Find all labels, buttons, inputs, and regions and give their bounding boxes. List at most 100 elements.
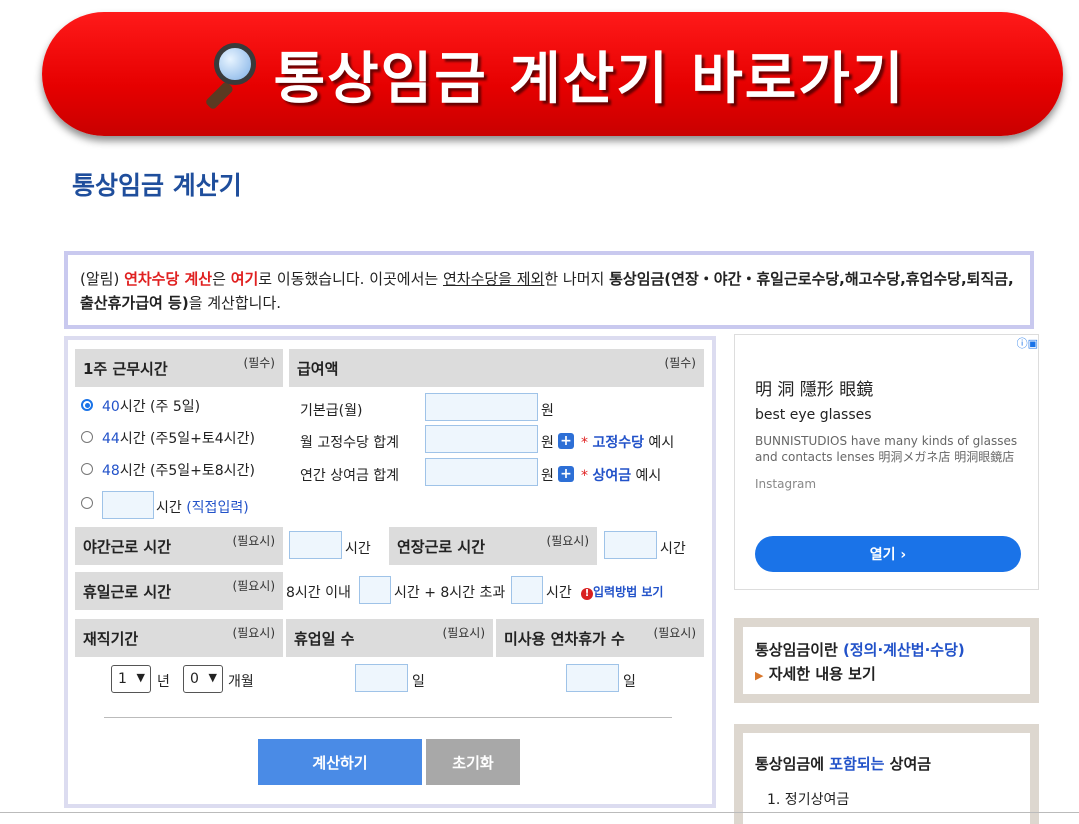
overtime-header: 연장근로 시간 (필요시) xyxy=(389,527,597,565)
direct-label: 시간 (직접입력) xyxy=(156,500,249,516)
days-unit: 일 xyxy=(623,674,636,690)
tenure-title: 재직기간 xyxy=(83,629,139,648)
pay-title: 급여액 xyxy=(297,359,339,378)
tenure-header: 재직기간 (필요시) xyxy=(75,619,283,657)
unused-leave-title: 미사용 연차휴가 수 xyxy=(504,629,625,648)
notice-text: 은 xyxy=(212,270,231,288)
optional-label: (필요시) xyxy=(232,625,275,640)
bonus-list-item: 1. 정기상여금 xyxy=(767,792,850,808)
ad-open-button[interactable]: 열기 › xyxy=(755,536,1021,572)
leave-days-input[interactable] xyxy=(355,664,408,692)
optional-label: (필요시) xyxy=(442,625,485,640)
input-help[interactable]: ! 입력방법 보기 xyxy=(581,583,663,600)
over-8h-label: 시간 + 8시간 초과 xyxy=(394,585,506,601)
months-select[interactable]: 0 ▼ xyxy=(183,665,223,693)
horizontal-scrollbar-edge xyxy=(0,812,1079,813)
night-work-header: 야간근로 시간 (필요시) xyxy=(75,527,283,565)
ad-panel[interactable]: ⓘ▣ 明 洞 隱形 眼鏡 best eye glasses BUNNISTUDI… xyxy=(734,334,1039,590)
option-48h-label: 48시간 (주5일+토8시간) xyxy=(102,463,255,479)
chevron-down-icon: ▼ xyxy=(136,671,145,684)
required-label: (필수) xyxy=(664,355,696,370)
base-pay-label: 기본급(월) xyxy=(300,403,363,419)
unused-leave-input[interactable] xyxy=(566,664,619,692)
leave-days-title: 휴업일 수 xyxy=(294,629,355,648)
option-44h-label: 44시간 (주5일+토4시간) xyxy=(102,431,255,447)
months-unit: 개월 xyxy=(228,674,254,690)
optional-label: (필요시) xyxy=(546,533,589,548)
radio-48h[interactable] xyxy=(81,463,93,475)
shortcut-banner[interactable]: 통상임금 계산기 바로가기 xyxy=(42,12,1063,136)
add-fixed-allowance-icon[interactable]: + xyxy=(558,433,574,449)
banner-text: 통상임금 계산기 바로가기 xyxy=(273,46,906,112)
notice-text: 연차수당을 제외 xyxy=(442,270,545,288)
notice-text: 로 이동했습니다. 이곳에서는 xyxy=(258,270,443,288)
bonus-link[interactable]: 상여금 xyxy=(592,468,631,484)
fixed-allowance-input[interactable] xyxy=(425,425,538,453)
bonus-info-title: 통상임금에 포함되는 상여금 xyxy=(755,755,932,773)
divider xyxy=(104,717,672,718)
triangle-right-icon: ▶ xyxy=(755,669,764,682)
pay-header: 급여액 (필수) xyxy=(289,349,704,387)
hours-unit: 시간 xyxy=(660,541,686,557)
won-unit: 원 xyxy=(541,403,554,419)
holiday-work-header: 휴일근로 시간 (필요시) xyxy=(75,572,283,610)
within-8h-label: 8시간 이내 xyxy=(286,585,351,601)
reset-button[interactable]: 초기화 xyxy=(426,739,520,785)
ad-choices-icon[interactable]: ⓘ▣ xyxy=(1017,335,1038,351)
night-hours-input[interactable] xyxy=(289,531,342,559)
weekly-hours-title: 1주 근무시간 xyxy=(83,359,168,378)
base-pay-input[interactable] xyxy=(425,393,538,421)
add-bonus-icon[interactable]: + xyxy=(558,466,574,482)
holiday-within-input[interactable] xyxy=(359,576,391,604)
ad-title: 明 洞 隱形 眼鏡 xyxy=(755,380,874,400)
weekly-hours-header: 1주 근무시간 (필수) xyxy=(75,349,283,387)
ad-source: Instagram xyxy=(755,477,817,491)
ad-description: BUNNISTUDIOS have many kinds of glasses … xyxy=(755,434,1018,464)
input-help-link[interactable]: 입력방법 보기 xyxy=(593,585,663,599)
notice-text: 한 나머지 xyxy=(544,270,610,288)
required-label: (필수) xyxy=(243,355,275,370)
info-title: 통상임금이란 (정의·계산법·수당) xyxy=(755,641,965,659)
bonus-info-box: 통상임금에 포함되는 상여금 1. 정기상여금 xyxy=(734,724,1039,824)
notice-box: (알림) 연차수당 계산은 여기로 이동했습니다. 이곳에서는 연차수당을 제외… xyxy=(64,251,1034,329)
days-unit: 일 xyxy=(412,674,425,690)
details-link[interactable]: ▶ 자세한 내용 보기 xyxy=(755,663,876,684)
optional-label: (필요시) xyxy=(653,625,696,640)
fixed-allowance-link[interactable]: 고정수당 xyxy=(592,435,644,451)
annual-leave-calc-link[interactable]: 연차수당 계산 xyxy=(124,270,212,288)
years-select[interactable]: 1 ▼ xyxy=(111,665,151,693)
info-icon: ! xyxy=(581,588,593,600)
night-work-title: 야간근로 시간 xyxy=(83,537,172,556)
page-title: 통상임금 계산기 xyxy=(72,171,242,200)
holiday-over-input[interactable] xyxy=(511,576,543,604)
hours-unit: 시간 xyxy=(546,585,572,601)
holiday-work-title: 휴일근로 시간 xyxy=(83,582,172,601)
notice-text: 을 계산합니다. xyxy=(188,294,282,312)
radio-direct[interactable] xyxy=(81,497,93,509)
overtime-hours-input[interactable] xyxy=(604,531,657,559)
calculate-button[interactable]: 계산하기 xyxy=(258,739,422,785)
ordinary-wage-info-box: 통상임금이란 (정의·계산법·수당) ▶ 자세한 내용 보기 xyxy=(734,618,1039,703)
fixed-example: * 고정수당 예시 xyxy=(581,435,675,451)
magnifying-glass-icon xyxy=(200,39,260,111)
bonus-example: * 상여금 예시 xyxy=(581,468,662,484)
optional-label: (필요시) xyxy=(232,578,275,593)
notice-text: (알림) xyxy=(80,270,125,288)
fixed-allowance-label: 월 고정수당 합계 xyxy=(300,435,400,451)
optional-label: (필요시) xyxy=(232,533,275,548)
radio-40h[interactable] xyxy=(81,399,93,411)
unused-leave-header: 미사용 연차휴가 수 (필요시) xyxy=(496,619,704,657)
won-unit: 원 xyxy=(541,435,554,451)
direct-input-link[interactable]: (직접입력) xyxy=(186,500,248,516)
radio-44h[interactable] xyxy=(81,431,93,443)
chevron-down-icon: ▼ xyxy=(208,671,217,684)
hours-unit: 시간 xyxy=(345,541,371,557)
bonus-label: 연간 상여금 합계 xyxy=(300,468,400,484)
overtime-title: 연장근로 시간 xyxy=(397,537,486,556)
option-40h-label: 40시간 (주 5일) xyxy=(102,399,201,415)
here-link[interactable]: 여기 xyxy=(231,270,259,288)
bonus-input[interactable] xyxy=(425,458,538,486)
won-unit: 원 xyxy=(541,468,554,484)
direct-hours-input[interactable] xyxy=(102,491,154,519)
years-unit: 년 xyxy=(157,674,170,690)
